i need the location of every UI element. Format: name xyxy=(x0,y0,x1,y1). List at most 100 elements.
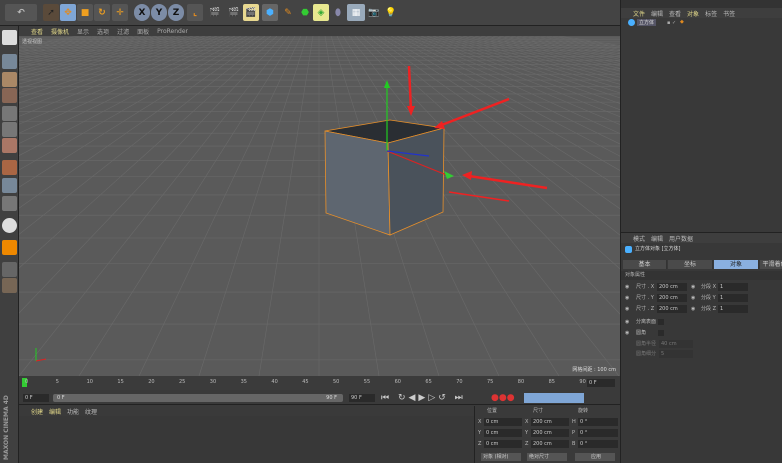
menu-bookmarks[interactable]: 书签 xyxy=(723,9,735,18)
object-name[interactable]: 立方体 xyxy=(637,19,657,26)
tag-icon[interactable]: ◆ xyxy=(680,19,684,25)
menu-filter[interactable]: 过滤 xyxy=(117,27,129,36)
menu-view[interactable]: 查看 xyxy=(669,9,681,18)
timeline-tick: 20 xyxy=(148,379,155,385)
size-field[interactable]: 200 cm xyxy=(531,429,569,437)
menu-edit[interactable]: 编辑 xyxy=(651,234,663,243)
menu-texture[interactable]: 纹理 xyxy=(85,407,97,416)
menu-panel[interactable]: 面板 xyxy=(137,27,149,36)
menu-file[interactable]: 文件 xyxy=(633,9,645,18)
x-axis-lock[interactable]: X xyxy=(134,4,150,21)
menu-mode[interactable]: 模式 xyxy=(633,234,645,243)
position-field[interactable]: 0 cm xyxy=(484,418,522,426)
record-keys-icons[interactable]: ●●● xyxy=(491,393,521,403)
rotate-tool-icon[interactable]: ↻ xyxy=(94,4,110,21)
move-tool-icon[interactable]: ✥ xyxy=(60,4,76,21)
pen-icon[interactable]: ✎ xyxy=(280,4,296,21)
make-editable-icon[interactable] xyxy=(2,30,17,45)
visibility-dots[interactable]: ▪ ✓ xyxy=(667,20,676,26)
position-field[interactable]: 0 cm xyxy=(484,429,522,437)
axis-mode-icon[interactable] xyxy=(2,160,17,175)
rotation-field[interactable]: 0 ° xyxy=(578,440,618,448)
menu-edit[interactable]: 编辑 xyxy=(49,407,61,416)
attribute-tabs: 基本 坐标 对象 平滑着色(Phong) xyxy=(623,260,782,269)
segments-field[interactable]: 1 xyxy=(718,283,748,291)
object-list-item[interactable]: 立方体 ▪ ✓ ◆ xyxy=(621,18,782,28)
tab-basic[interactable]: 基本 xyxy=(623,260,667,269)
menu-edit[interactable]: 编辑 xyxy=(651,9,663,18)
array-icon[interactable]: ◈ xyxy=(313,4,329,21)
size-mode-dropdown[interactable]: 绝对尺寸 xyxy=(527,453,567,461)
y-axis-lock[interactable]: Y xyxy=(151,4,167,21)
layer-icon[interactable] xyxy=(2,262,17,277)
deformer-icon[interactable]: ⬮ xyxy=(330,4,346,21)
end-frame-field[interactable]: 90 F xyxy=(349,394,375,402)
points-mode-icon[interactable] xyxy=(2,106,17,121)
tab-phong[interactable]: 平滑着色(Phong) xyxy=(760,260,782,269)
size-field[interactable]: 200 cm xyxy=(531,418,569,426)
paint-icon[interactable] xyxy=(2,240,17,255)
last-tool-icon[interactable]: ✛ xyxy=(112,4,128,21)
range-slider[interactable]: 0 F 90 F xyxy=(53,394,343,402)
menu-options[interactable]: 选项 xyxy=(97,27,109,36)
rotation-field[interactable]: 0 ° xyxy=(578,418,618,426)
model-mode-icon[interactable] xyxy=(2,54,17,69)
segments-field[interactable]: 1 xyxy=(718,305,748,313)
fillet-subdivision-field[interactable]: 5 xyxy=(659,350,693,358)
z-axis-lock[interactable]: Z xyxy=(168,4,184,21)
menu-function[interactable]: 功能 xyxy=(67,407,79,416)
viewport-scene[interactable] xyxy=(19,26,620,376)
fillet-radius-field[interactable]: 40 cm xyxy=(659,340,693,348)
menu-prorender[interactable]: ProRender xyxy=(157,28,188,35)
menu-user-data[interactable]: 用户数据 xyxy=(669,234,693,243)
size-field[interactable]: 200 cm xyxy=(657,294,687,302)
menu-objects[interactable]: 对象 xyxy=(687,9,699,18)
coordinate-system-icon[interactable]: ⌞ xyxy=(187,4,203,21)
light-icon[interactable]: 💡 xyxy=(383,4,399,21)
tab-object[interactable]: 对象 xyxy=(714,260,759,269)
menu-view[interactable]: 查看 xyxy=(31,27,43,36)
size-field[interactable]: 200 cm xyxy=(531,440,569,448)
render-view-icon[interactable]: 🎬 xyxy=(207,4,223,21)
edges-mode-icon[interactable] xyxy=(2,122,17,137)
rot-axis-label: P xyxy=(572,430,576,436)
select-tool-icon[interactable]: ➚ xyxy=(43,4,59,21)
playback-controls[interactable]: ⏮ ↻◀▶▷↺ ⏭ xyxy=(381,393,466,403)
render-settings-icon[interactable]: 🎬 xyxy=(243,4,259,21)
fillet-checkbox[interactable] xyxy=(658,330,664,336)
tweak-mode-icon[interactable] xyxy=(2,178,17,193)
apply-button[interactable]: 应用 xyxy=(575,453,615,461)
undo-button[interactable]: ↶ xyxy=(5,4,37,21)
cube-object-icon xyxy=(628,19,635,26)
current-frame-field[interactable]: 0 F xyxy=(587,379,615,387)
perspective-viewport[interactable]: 查看 摄像机 显示 选项 过滤 面板 ProRender 透视视图 网格间距 :… xyxy=(19,26,620,376)
menu-create[interactable]: 创建 xyxy=(31,407,43,416)
lock-workplane-icon[interactable] xyxy=(2,278,17,293)
render-picture-icon[interactable]: 🎬 xyxy=(226,4,242,21)
scale-tool-icon[interactable]: ■ xyxy=(77,4,93,21)
key-filter-icons[interactable] xyxy=(524,393,584,403)
position-field[interactable]: 0 cm xyxy=(484,440,522,448)
menu-cameras[interactable]: 摄像机 xyxy=(51,27,69,36)
polygons-mode-icon[interactable] xyxy=(2,138,17,153)
floor-icon[interactable]: ▦ xyxy=(347,4,365,21)
timeline-ruler[interactable]: 0 5 10 15 20 25 30 35 40 45 50 55 60 65 70 75 80 85 90 0 F xyxy=(19,376,620,390)
size-field[interactable]: 200 cm xyxy=(657,283,687,291)
workplane-icon[interactable] xyxy=(2,88,17,103)
rotation-field[interactable]: 0 ° xyxy=(578,429,618,437)
tab-coord[interactable]: 坐标 xyxy=(668,260,713,269)
start-frame-field[interactable]: 0 F xyxy=(23,394,49,402)
snap-icon[interactable] xyxy=(2,196,17,211)
separate-surfaces-checkbox[interactable] xyxy=(658,319,664,325)
menu-display[interactable]: 显示 xyxy=(77,27,89,36)
segments-field[interactable]: 1 xyxy=(718,294,748,302)
coordinate-mode-dropdown[interactable]: 对象 (相对) xyxy=(481,453,521,461)
size-field[interactable]: 200 cm xyxy=(657,305,687,313)
camera-icon[interactable]: 📷 xyxy=(366,4,382,21)
cube-object-icon[interactable]: ⬢ xyxy=(262,4,278,21)
pos-axis-label: X xyxy=(478,419,482,425)
texture-mode-icon[interactable] xyxy=(2,72,17,87)
solo-icon[interactable] xyxy=(2,218,17,233)
menu-tags[interactable]: 标签 xyxy=(705,9,717,18)
subdivision-icon[interactable]: ⬣ xyxy=(297,4,313,21)
